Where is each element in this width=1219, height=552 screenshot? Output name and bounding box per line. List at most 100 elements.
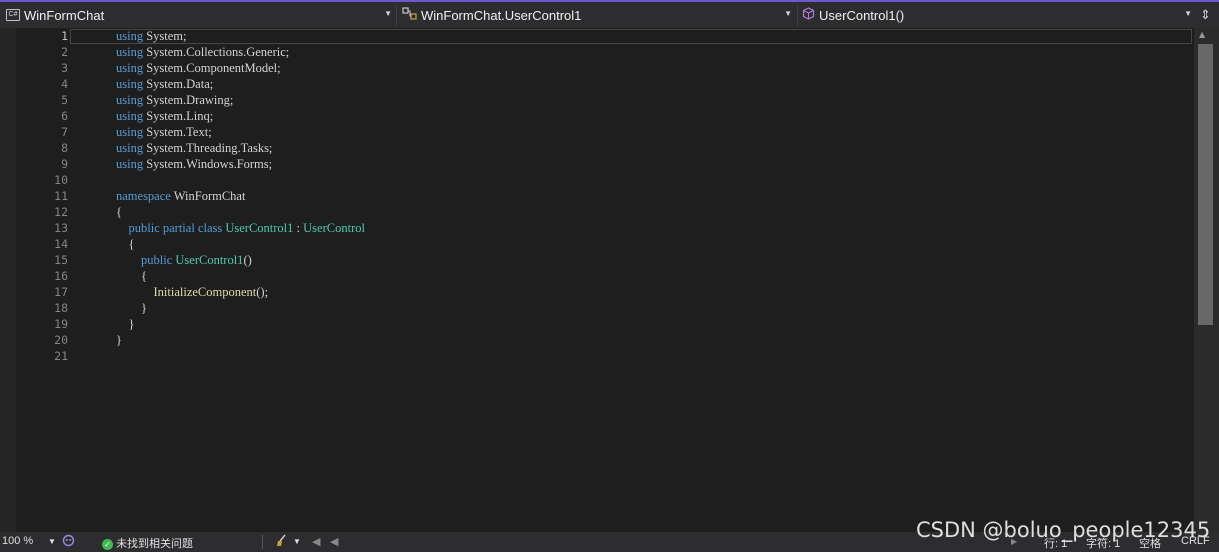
line-number: 5 bbox=[61, 93, 68, 107]
nav-forward-arrow-icon[interactable]: ◀ bbox=[330, 535, 338, 548]
editor-margin bbox=[0, 28, 16, 532]
code-line[interactable]: using System.Linq; bbox=[116, 108, 213, 124]
code-token: using bbox=[116, 45, 144, 59]
code-line[interactable]: using System.Data; bbox=[116, 76, 213, 92]
code-token: InitializeComponent bbox=[153, 285, 257, 299]
code-line[interactable]: { bbox=[116, 268, 147, 284]
nav-divider bbox=[396, 6, 397, 26]
code-line[interactable]: using System.Collections.Generic; bbox=[116, 44, 289, 60]
code-line[interactable]: } bbox=[116, 316, 135, 332]
nav-divider bbox=[797, 6, 798, 26]
code-line[interactable]: public partial class UserControl1 : User… bbox=[116, 220, 365, 236]
line-number: 11 bbox=[54, 189, 68, 203]
code-token: using bbox=[116, 93, 144, 107]
chevron-down-icon[interactable]: ▼ bbox=[293, 537, 301, 546]
line-number: 6 bbox=[61, 109, 68, 123]
code-token: System.ComponentModel; bbox=[143, 61, 281, 75]
line-number: 20 bbox=[54, 333, 68, 347]
member-dropdown[interactable]: UserControl1() ▼ bbox=[800, 5, 1194, 25]
member-dropdown-label: UserControl1() bbox=[819, 7, 905, 23]
code-token: System; bbox=[143, 29, 187, 43]
code-token: System.Data; bbox=[143, 77, 214, 91]
line-number: 19 bbox=[54, 317, 68, 331]
code-line[interactable]: using System.Windows.Forms; bbox=[116, 156, 272, 172]
split-window-icon[interactable]: ⇕ bbox=[1200, 8, 1211, 23]
code-token: using bbox=[116, 141, 144, 155]
code-line[interactable]: public UserControl1() bbox=[116, 252, 252, 268]
code-token: System.Collections.Generic; bbox=[143, 45, 290, 59]
code-token: () bbox=[243, 253, 252, 267]
line-number: 21 bbox=[54, 349, 68, 363]
issues-indicator[interactable]: ✓ 未找到相关问题 bbox=[102, 535, 193, 551]
code-token: using bbox=[116, 157, 144, 171]
line-number: 1 bbox=[61, 29, 68, 43]
code-token: System.Threading.Tasks; bbox=[143, 141, 273, 155]
code-token: { bbox=[116, 237, 135, 251]
code-line[interactable]: namespace WinFormChat bbox=[116, 188, 245, 204]
class-icon bbox=[402, 6, 418, 24]
scroll-up-arrow-icon[interactable]: ▲ bbox=[1199, 30, 1205, 39]
code-token: UserControl1 bbox=[225, 221, 294, 235]
code-token: System.Linq; bbox=[143, 109, 214, 123]
project-dropdown[interactable]: C# WinFormChat ▼ bbox=[2, 5, 394, 25]
issues-label: 未找到相关问题 bbox=[116, 538, 194, 550]
code-line[interactable]: { bbox=[116, 236, 135, 252]
code-token: UserControl bbox=[303, 221, 365, 235]
code-token: } bbox=[116, 317, 135, 331]
code-token: : bbox=[293, 221, 304, 235]
project-dropdown-label: WinFormChat bbox=[24, 7, 105, 23]
code-token: public partial class bbox=[128, 221, 223, 235]
code-token: using bbox=[116, 29, 144, 43]
code-line[interactable]: using System.Text; bbox=[116, 124, 212, 140]
line-number: 15 bbox=[54, 253, 68, 267]
line-number: 16 bbox=[54, 269, 68, 283]
line-number: 14 bbox=[54, 237, 68, 251]
type-dropdown-label: WinFormChat.UserControl1 bbox=[421, 7, 582, 23]
code-token: using bbox=[116, 61, 144, 75]
code-line[interactable]: } bbox=[116, 300, 147, 316]
code-token: } bbox=[116, 333, 122, 347]
line-number: 9 bbox=[61, 157, 68, 171]
line-number: 17 bbox=[54, 285, 68, 299]
code-line[interactable]: using System.Threading.Tasks; bbox=[116, 140, 272, 156]
line-number: 2 bbox=[61, 45, 68, 59]
code-line[interactable]: using System.Drawing; bbox=[116, 92, 233, 108]
code-editor[interactable]: using System; using System.Collections.Ge… bbox=[116, 28, 1192, 532]
code-token: System.Drawing; bbox=[143, 93, 234, 107]
nav-back-arrow-icon[interactable]: ◀ bbox=[312, 535, 320, 548]
code-token: WinFormChat bbox=[170, 189, 246, 203]
check-circle-icon: ✓ bbox=[102, 538, 113, 550]
navigation-bar: C# WinFormChat ▼ WinFormChat.UserControl… bbox=[0, 0, 1219, 28]
code-token: { bbox=[116, 269, 147, 283]
code-token: public bbox=[141, 253, 173, 267]
copilot-icon[interactable] bbox=[62, 534, 75, 550]
line-number: 10 bbox=[54, 173, 68, 187]
code-token: namespace bbox=[116, 189, 171, 203]
code-cleanup-brush-icon[interactable] bbox=[276, 534, 290, 550]
line-number-gutter: 1 2 3 4 5 6 7 8 9 10 11 12 13 14 15 16 17 18 19 20 21 bbox=[16, 28, 70, 532]
code-token: using bbox=[116, 77, 144, 91]
chevron-down-icon: ▼ bbox=[384, 9, 392, 18]
line-number: 8 bbox=[61, 141, 68, 155]
type-dropdown[interactable]: WinFormChat.UserControl1 ▼ bbox=[400, 5, 794, 25]
status-divider bbox=[262, 535, 263, 549]
line-number: 18 bbox=[54, 301, 68, 315]
code-line[interactable]: { bbox=[116, 204, 122, 220]
zoom-level[interactable]: 100 % bbox=[2, 535, 33, 547]
code-token: System.Windows.Forms; bbox=[143, 157, 273, 171]
scrollbar-thumb[interactable] bbox=[1198, 44, 1213, 325]
method-cube-icon bbox=[802, 7, 815, 23]
code-token: using bbox=[116, 125, 144, 139]
code-line[interactable]: } bbox=[116, 332, 122, 348]
code-line[interactable]: using System.ComponentModel; bbox=[116, 60, 281, 76]
code-line[interactable]: InitializeComponent(); bbox=[116, 284, 269, 300]
line-number: 7 bbox=[61, 125, 68, 139]
line-number: 12 bbox=[54, 205, 68, 219]
code-line[interactable]: using System; bbox=[116, 28, 187, 44]
code-token: System.Text; bbox=[143, 125, 212, 139]
line-number: 13 bbox=[54, 221, 68, 235]
chevron-down-icon[interactable]: ▼ bbox=[48, 537, 56, 546]
csharp-project-icon: C# bbox=[6, 9, 20, 21]
